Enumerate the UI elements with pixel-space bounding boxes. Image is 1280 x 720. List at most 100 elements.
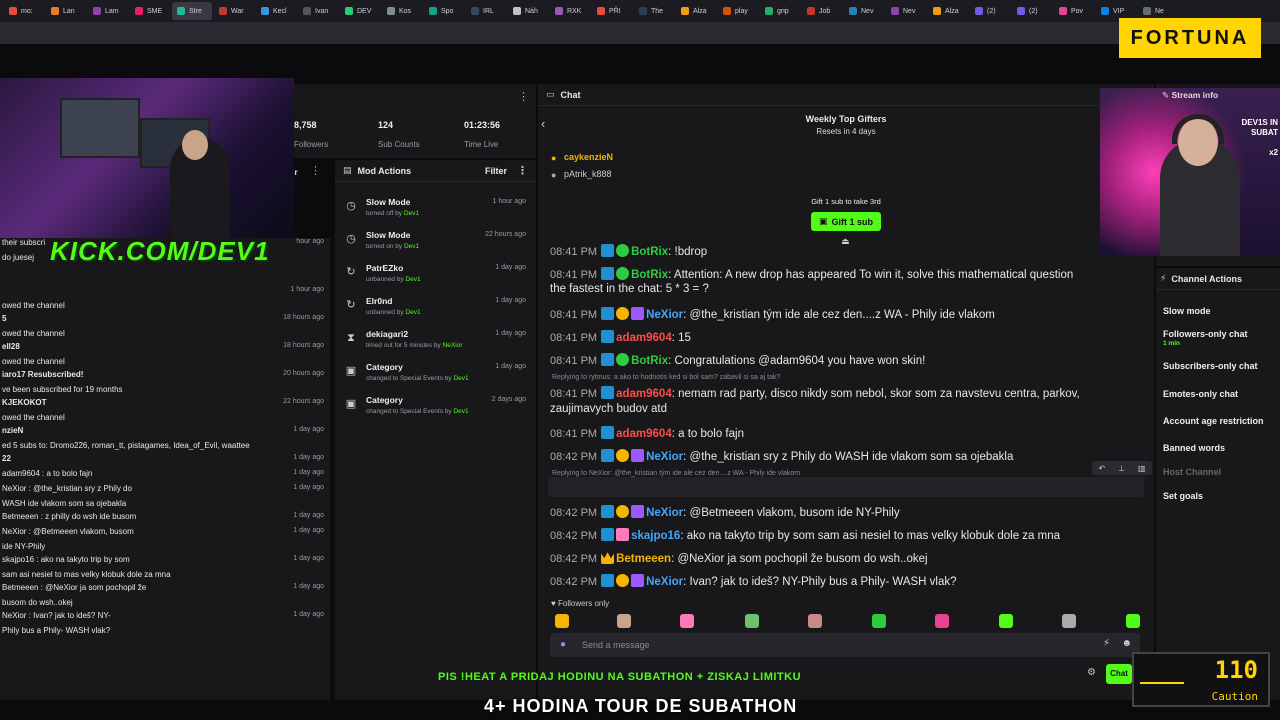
delete-icon[interactable]: ▥ (1138, 464, 1146, 473)
mod-action-item[interactable]: ▣ Category changed to Special Events by De… (335, 391, 536, 424)
browser-tab[interactable]: Náh (508, 2, 548, 20)
mod-menu-icon[interactable]: ⋮ (517, 164, 528, 177)
chat-text: : @Betmeeen vlakom, busom ide NY-Phily (683, 507, 900, 519)
followers-only-indicator: ♥ Followers only (551, 599, 609, 608)
mod-action-item[interactable]: ↻ Elr0nd unbanned by Dev1 1 day ago (335, 292, 536, 325)
emote-icon[interactable] (680, 614, 694, 628)
browser-tab[interactable]: (2) (970, 2, 1010, 20)
browser-tab[interactable]: Kecl (256, 2, 296, 20)
channel-action-banned-words[interactable]: Banned words (1163, 443, 1225, 453)
chat-username[interactable]: adam9604 (616, 388, 672, 400)
emote-icon[interactable] (1062, 614, 1076, 628)
pin-message-icon[interactable]: ⊥ (1118, 464, 1125, 473)
stats-menu-icon[interactable]: ⋮ (518, 90, 529, 103)
tab-label: Náh (525, 7, 538, 15)
gift-sub-button[interactable]: ▣ Gift 1 sub (811, 212, 881, 231)
chat-username[interactable]: skajpo16 (631, 530, 680, 542)
browser-tab[interactable]: Ivan (298, 2, 338, 20)
chat-username[interactable]: NeXior (646, 309, 683, 321)
tab-label: VIP (1113, 7, 1125, 15)
mod-filter-button[interactable]: Filter (485, 166, 507, 176)
browser-tab[interactable]: Spo (424, 2, 464, 20)
browser-tab[interactable]: Nev (844, 2, 884, 20)
chat-text: : Ivan? jak to ideš? NY-Phily bus a Phil… (683, 576, 957, 588)
browser-tab[interactable]: War (214, 2, 254, 20)
mod-action-desc: turned on by (366, 243, 403, 250)
tab-favicon-icon (597, 7, 605, 15)
feed-text: skajpo16 : ako na takyto trip by som (2, 555, 130, 564)
chat-input-box[interactable]: ● Send a message ⚡ ☻ (550, 633, 1140, 657)
slow-mode-icon: ◷ (346, 233, 356, 245)
browser-tab[interactable]: IRL (466, 2, 506, 20)
channel-action-emotes-only-chat[interactable]: Emotes-only chat (1163, 389, 1238, 399)
mod-action-item[interactable]: ▣ Category changed to Special Events by De… (335, 358, 536, 391)
channel-action-slow-mode[interactable]: Slow mode (1163, 306, 1211, 316)
channel-action-set-goals[interactable]: Set goals (1163, 491, 1203, 501)
browser-tab[interactable]: PŘI (592, 2, 632, 20)
browser-tab[interactable]: Alza (676, 2, 716, 20)
chat-username[interactable]: Betmeeen (616, 553, 671, 565)
feed-text: ell28 (2, 342, 20, 351)
mod-action-detail: unbanned by Dev1 (366, 276, 421, 283)
send-chat-button[interactable]: Chat (1106, 664, 1132, 684)
browser-tab[interactable]: DEV (340, 2, 380, 20)
emoji-icon[interactable]: ☻ (1121, 638, 1132, 649)
activity-menu-icon[interactable]: ⋮ (310, 164, 321, 177)
channel-action-followers-only-chat[interactable]: Followers-only chat (1163, 329, 1248, 339)
browser-tab[interactable]: Nev (886, 2, 926, 20)
chat-timestamp: 08:42 PM (550, 553, 598, 565)
chat-message: 08:42 PM NeXior: Ivan? jak to ideš? NY-Ph… (550, 574, 957, 588)
gifter-2[interactable]: pAtrik_k888 (564, 169, 612, 179)
commands-icon[interactable]: ⚡ (1103, 638, 1110, 649)
chat-input[interactable]: Send a message (582, 640, 650, 650)
mod-action-item[interactable]: ◷ Slow Mode turned on by Dev1 22 hours ago (335, 226, 536, 259)
emote-icon[interactable] (935, 614, 949, 628)
chat-username[interactable]: NeXior (646, 576, 683, 588)
chat-username[interactable]: adam9604 (616, 332, 672, 344)
emote-icon[interactable] (745, 614, 759, 628)
mod-action-item[interactable]: ⧗ dekiagari2 timed out for 5 minutes by Ne… (335, 325, 536, 358)
browser-tab[interactable]: Job (802, 2, 842, 20)
emote-icon[interactable] (999, 614, 1013, 628)
pin-icon[interactable]: ⏏ (841, 236, 850, 247)
mod-action-item[interactable]: ↻ PatrEZko unbanned by Dev1 1 day ago (335, 259, 536, 292)
tab-label: Pov (1071, 7, 1084, 15)
emote-icon[interactable] (872, 614, 886, 628)
browser-tab[interactable]: Kos (382, 2, 422, 20)
feed-text: ed 5 subs to: Dromo226, roman_tt, pistag… (2, 441, 250, 450)
browser-tab[interactable]: mo: (4, 2, 44, 20)
browser-tab[interactable]: The (634, 2, 674, 20)
browser-tab[interactable]: Stre (172, 2, 212, 20)
emote-icon[interactable] (808, 614, 822, 628)
reply-icon[interactable]: ↶ (1098, 464, 1105, 473)
chat-username[interactable]: adam9604 (616, 428, 672, 440)
browser-tab[interactable]: play (718, 2, 758, 20)
browser-tab[interactable]: Alza (928, 2, 968, 20)
chat-text: zaujimavych budov atd (550, 403, 667, 415)
emote-icon[interactable] (555, 614, 569, 628)
browser-tab[interactable]: Pov (1054, 2, 1094, 20)
browser-tab[interactable]: Lam (88, 2, 128, 20)
gifter-1[interactable]: caykenzieN (564, 152, 613, 162)
chat-username[interactable]: BotRix (631, 355, 668, 367)
channel-action-host-channel[interactable]: Host Channel (1163, 467, 1221, 477)
chat-username[interactable]: BotRix (631, 269, 668, 281)
chat-username[interactable]: NeXior (646, 507, 683, 519)
settings-gear-icon[interactable]: ⚙ (1087, 667, 1096, 678)
chevron-left-icon[interactable]: ‹ (541, 116, 545, 131)
browser-tab[interactable]: Lan (46, 2, 86, 20)
user-badge-icon (616, 528, 630, 541)
emote-icon[interactable] (617, 614, 631, 628)
channel-action-account-age-restriction[interactable]: Account age restriction (1163, 416, 1264, 426)
microphone-icon[interactable]: ● (560, 639, 566, 650)
browser-tab[interactable]: grip (760, 2, 800, 20)
channel-action-subscribers-only-chat[interactable]: Subscribers-only chat (1163, 361, 1258, 371)
browser-tab[interactable]: RXK (550, 2, 590, 20)
chat-username[interactable]: NeXior (646, 451, 683, 463)
mod-action-item[interactable]: ◷ Slow Mode turned off by Dev1 1 hour ago (335, 193, 536, 226)
chat-header: ▭ Chat ⋮ (538, 84, 1154, 106)
emote-icon[interactable] (1126, 614, 1140, 628)
chat-username[interactable]: BotRix (631, 246, 668, 258)
browser-tab[interactable]: (2) (1012, 2, 1052, 20)
browser-tab[interactable]: SME (130, 2, 170, 20)
